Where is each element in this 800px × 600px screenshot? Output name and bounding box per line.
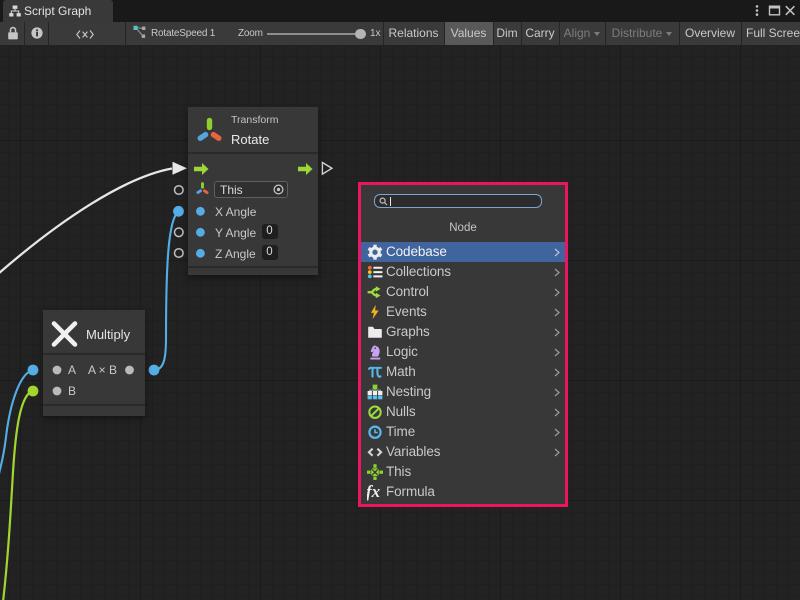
svg-text:fx: fx xyxy=(367,483,381,501)
